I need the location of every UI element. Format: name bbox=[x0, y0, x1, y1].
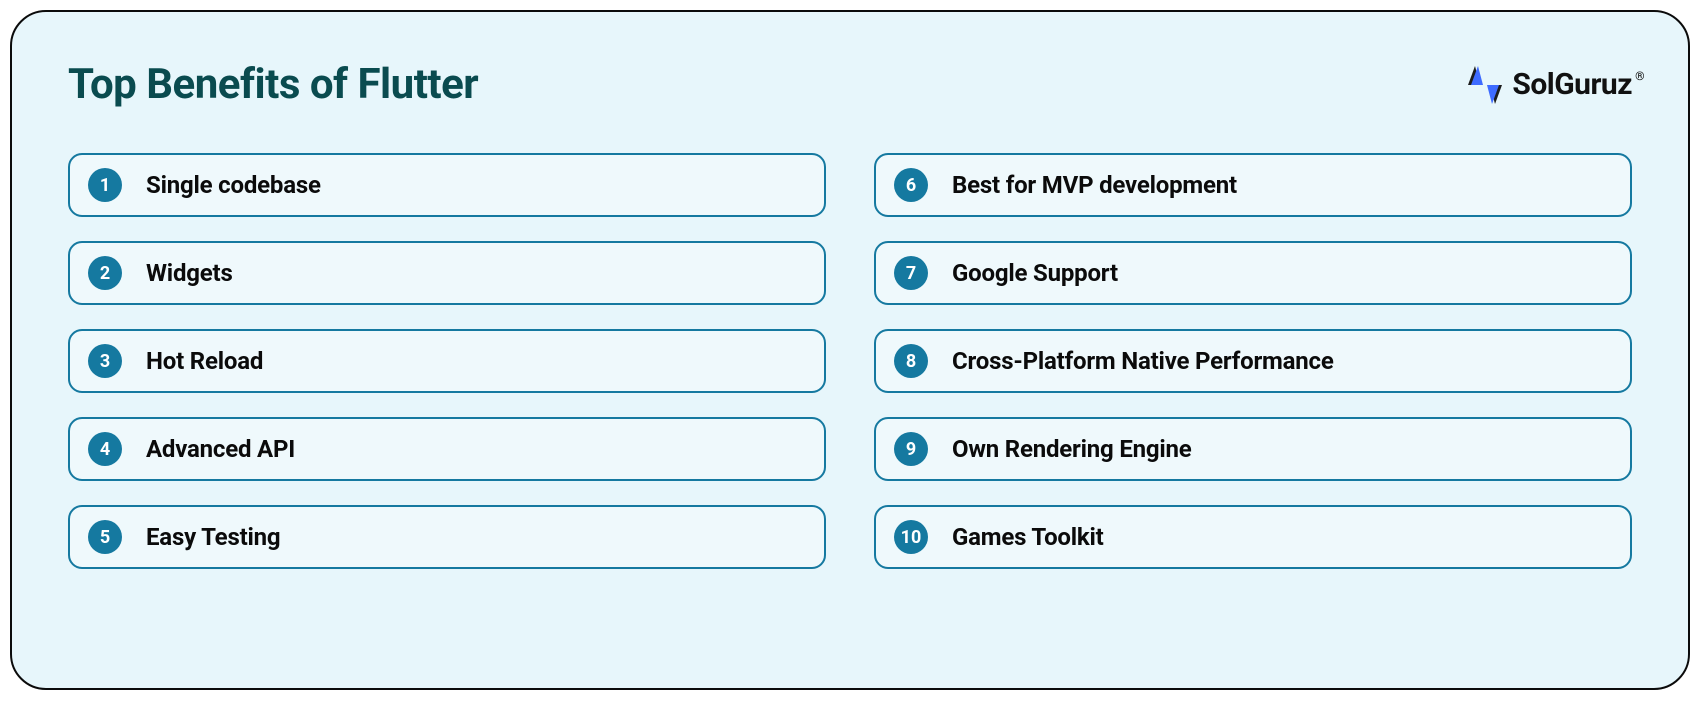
page-title: Top Benefits of Flutter bbox=[68, 60, 478, 109]
benefit-number-badge: 3 bbox=[88, 344, 122, 378]
benefit-label: Advanced API bbox=[146, 435, 295, 463]
benefit-number-badge: 9 bbox=[894, 432, 928, 466]
benefits-columns: 1 Single codebase 2 Widgets 3 Hot Reload… bbox=[68, 153, 1632, 569]
registered-mark: ® bbox=[1635, 69, 1644, 83]
brand-logo-icon bbox=[1466, 62, 1504, 108]
benefit-number-badge: 7 bbox=[894, 256, 928, 290]
benefit-item: 1 Single codebase bbox=[68, 153, 826, 217]
benefit-label: Hot Reload bbox=[146, 347, 263, 375]
benefit-label: Single codebase bbox=[146, 171, 321, 199]
benefit-item: 8 Cross-Platform Native Performance bbox=[874, 329, 1632, 393]
benefits-column-right: 6 Best for MVP development 7 Google Supp… bbox=[874, 153, 1632, 569]
benefit-label: Best for MVP development bbox=[952, 171, 1237, 199]
benefit-label: Games Toolkit bbox=[952, 523, 1104, 551]
benefit-item: 7 Google Support bbox=[874, 241, 1632, 305]
benefit-number-badge: 5 bbox=[88, 520, 122, 554]
brand-name-text: SolGuruz bbox=[1512, 67, 1632, 102]
benefit-number-badge: 10 bbox=[894, 520, 928, 554]
benefit-number-badge: 2 bbox=[88, 256, 122, 290]
brand-logo: SolGuruz® bbox=[1466, 62, 1632, 108]
benefit-item: 6 Best for MVP development bbox=[874, 153, 1632, 217]
benefit-item: 10 Games Toolkit bbox=[874, 505, 1632, 569]
benefits-column-left: 1 Single codebase 2 Widgets 3 Hot Reload… bbox=[68, 153, 826, 569]
benefit-item: 3 Hot Reload bbox=[68, 329, 826, 393]
benefit-label: Own Rendering Engine bbox=[952, 435, 1192, 463]
benefit-label: Cross-Platform Native Performance bbox=[952, 347, 1334, 375]
benefit-number-badge: 8 bbox=[894, 344, 928, 378]
benefit-item: 4 Advanced API bbox=[68, 417, 826, 481]
benefit-label: Easy Testing bbox=[146, 523, 280, 551]
header: Top Benefits of Flutter SolGuruz® bbox=[68, 60, 1632, 109]
infographic-card: Top Benefits of Flutter SolGuruz® 1 Sing… bbox=[10, 10, 1690, 690]
benefit-number-badge: 4 bbox=[88, 432, 122, 466]
benefit-label: Widgets bbox=[146, 259, 233, 287]
benefit-item: 5 Easy Testing bbox=[68, 505, 826, 569]
benefit-label: Google Support bbox=[952, 259, 1118, 287]
benefit-number-badge: 1 bbox=[88, 168, 122, 202]
benefit-item: 9 Own Rendering Engine bbox=[874, 417, 1632, 481]
brand-name: SolGuruz® bbox=[1512, 67, 1632, 102]
benefit-number-badge: 6 bbox=[894, 168, 928, 202]
benefit-item: 2 Widgets bbox=[68, 241, 826, 305]
